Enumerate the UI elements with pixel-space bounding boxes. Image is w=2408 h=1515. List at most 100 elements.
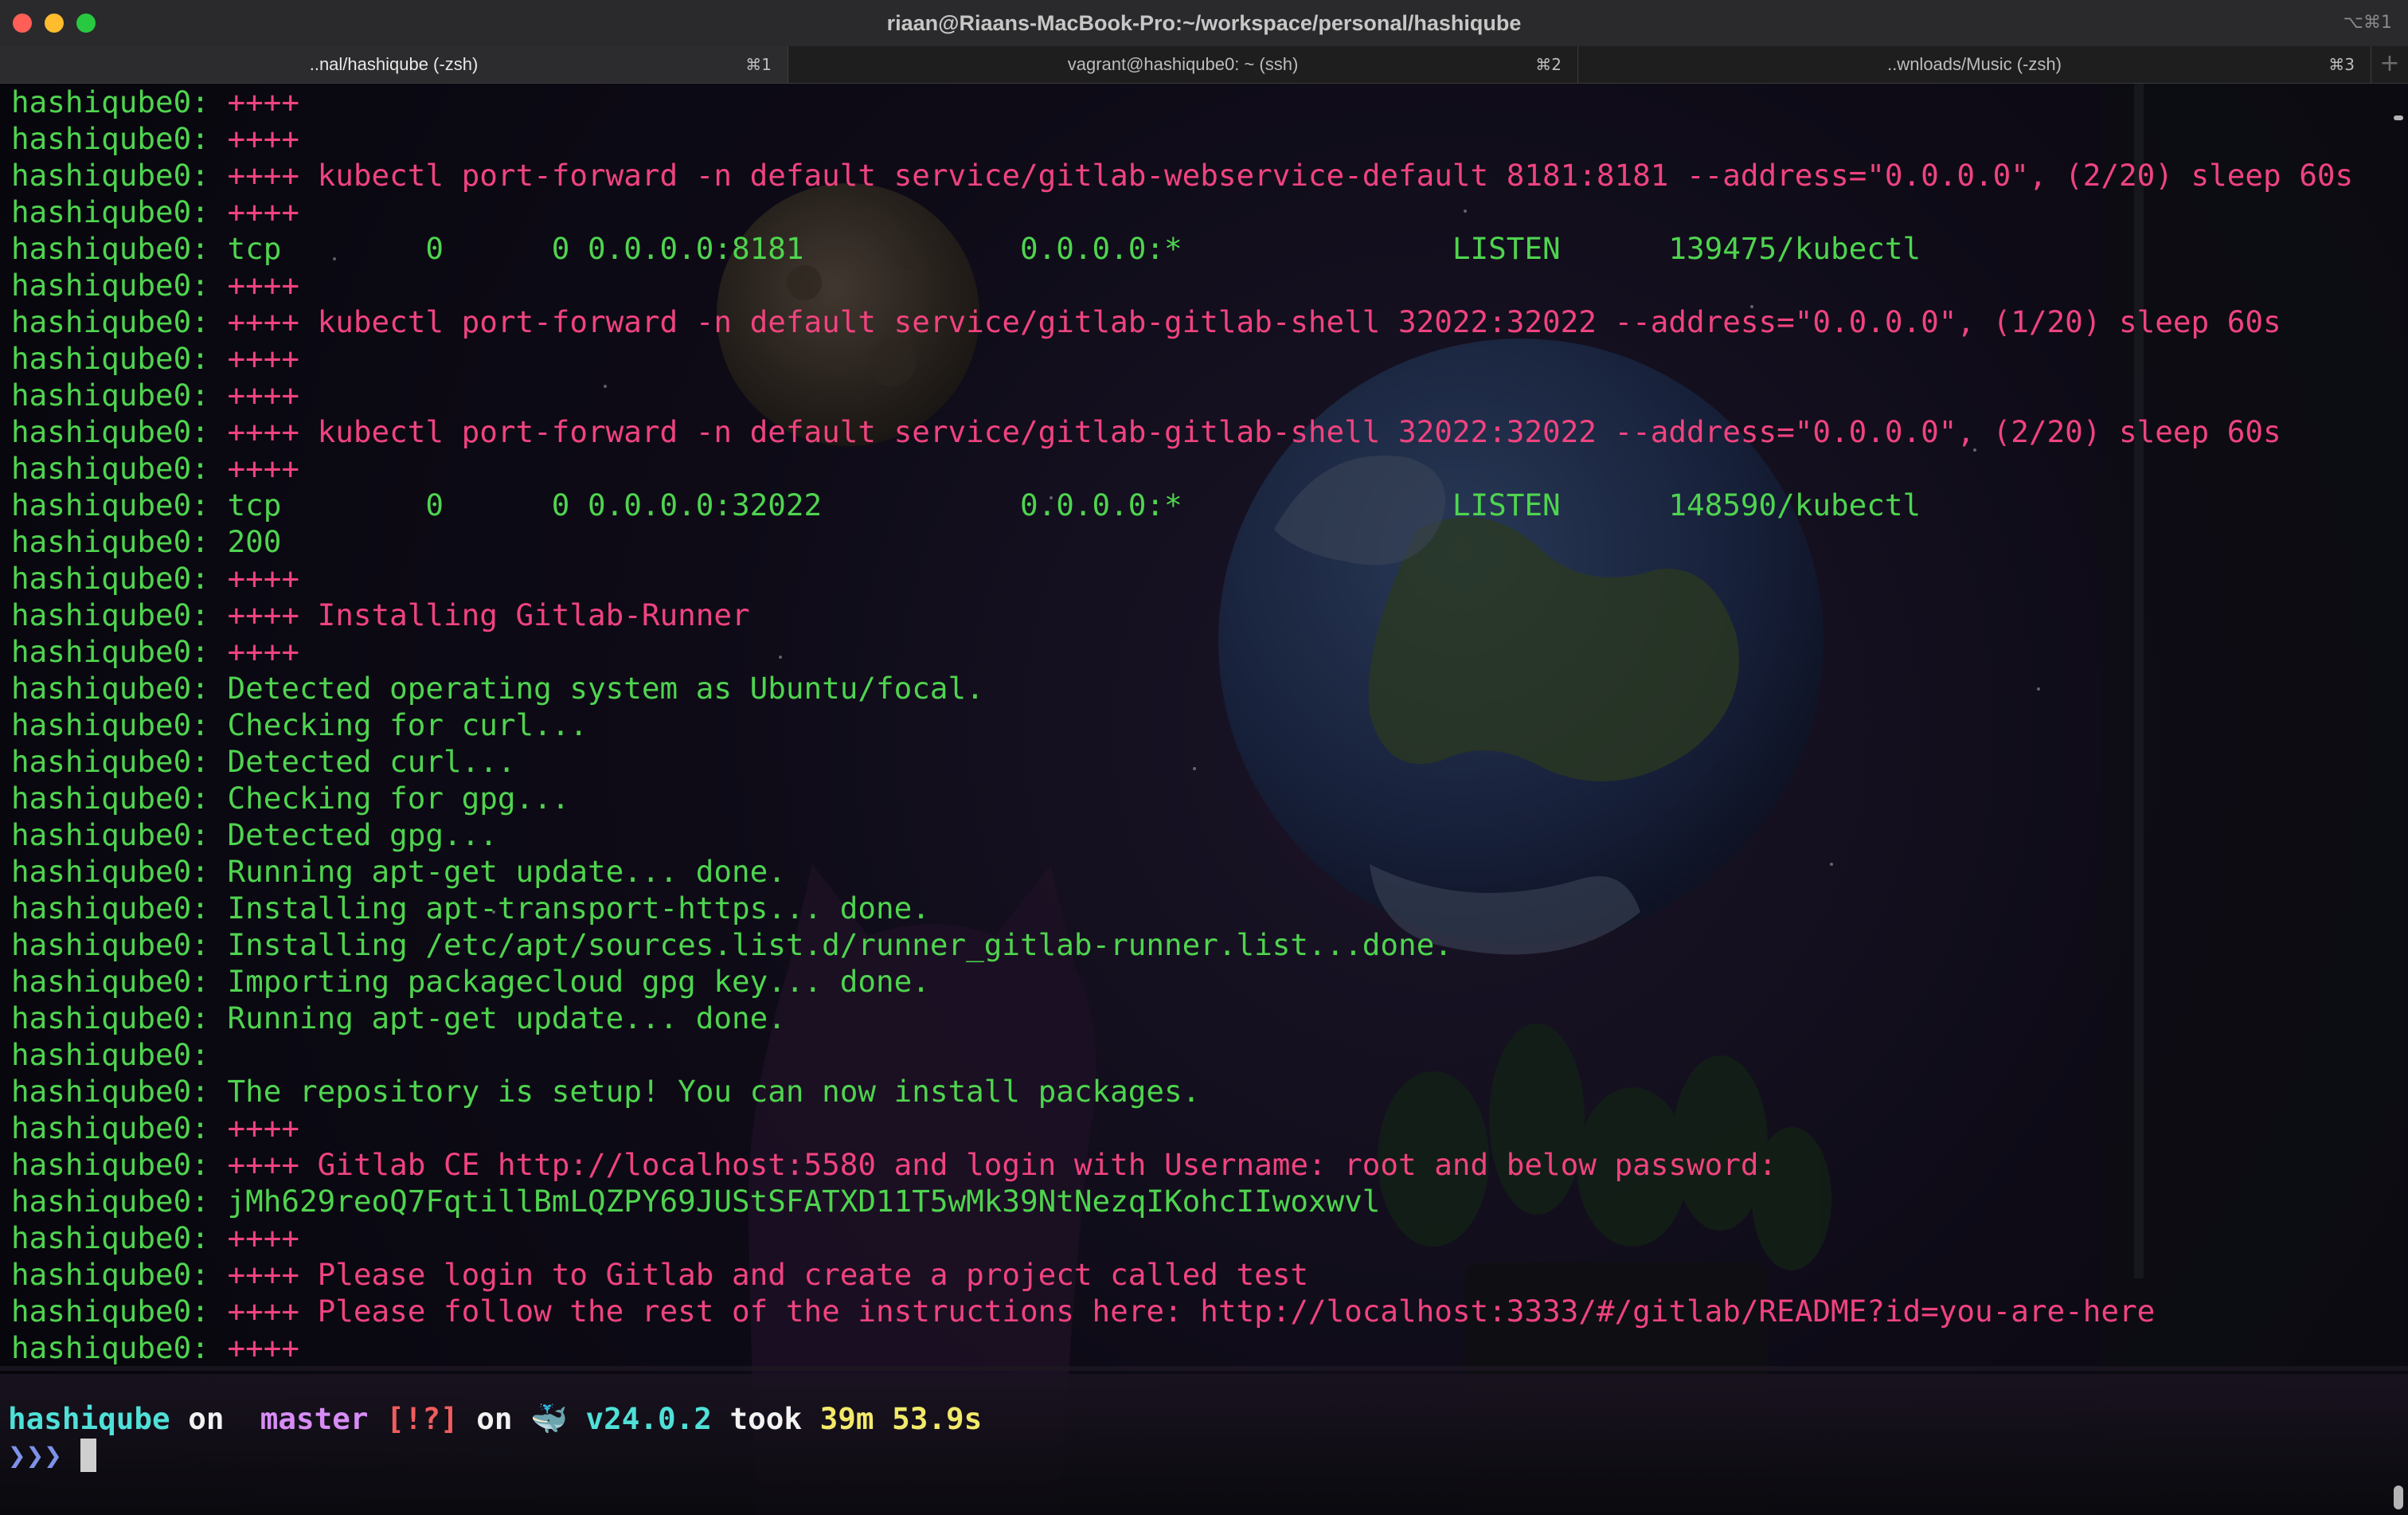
line-text: Checking for gpg... [227, 781, 570, 816]
terminal-line: hashiqube0: ++++ [11, 377, 2353, 413]
terminal-line: hashiqube0: ++++ [11, 194, 2353, 230]
line-text: ++++ [227, 194, 300, 229]
line-text: ++++ Installing Gitlab-Runner [227, 597, 750, 632]
terminal-line: hashiqube0: Checking for gpg... [11, 780, 2353, 816]
terminal-line: hashiqube0: ++++ [11, 560, 2353, 597]
tab-hashiqube[interactable]: ..nal/hashiqube (-zsh) ⌘1 [0, 46, 788, 83]
host-prefix: hashiqube0: [11, 194, 228, 229]
host-prefix: hashiqube0: [11, 451, 228, 486]
terminal-line: hashiqube0: tcp 0 0 0.0.0.0:32022 0.0.0.… [11, 487, 2353, 523]
line-text: tcp 0 0 0.0.0.0:8181 0.0.0.0:* LISTEN 13… [227, 231, 1921, 266]
prompt-duration: 39m 53.9s [819, 1401, 983, 1436]
scrollbar-thumb[interactable] [2394, 1486, 2403, 1509]
line-text: tcp 0 0 0.0.0.0:32022 0.0.0.0:* LISTEN 1… [227, 487, 1921, 523]
prompt-took-text: took [711, 1401, 820, 1436]
terminal-line: hashiqube0: ++++ [11, 267, 2353, 303]
host-prefix: hashiqube0: [11, 1220, 228, 1255]
window-title: riaan@Riaans-MacBook-Pro:~/workspace/per… [886, 11, 1522, 35]
host-prefix: hashiqube0: [11, 341, 228, 376]
prompt-arrows: ❯❯❯ [8, 1438, 80, 1473]
line-text: The repository is setup! You can now ins… [227, 1074, 1201, 1109]
line-text: 200 [227, 524, 282, 559]
host-prefix: hashiqube0: [11, 1147, 228, 1182]
line-text: ++++ kubectl port-forward -n default ser… [227, 414, 2281, 449]
terminal-line: hashiqube0: ++++ Please login to Gitlab … [11, 1256, 2353, 1293]
line-text: Installing /etc/apt/sources.list.d/runne… [227, 927, 1452, 962]
terminal-line: hashiqube0: ++++ [11, 84, 2353, 120]
line-text: ++++ [227, 378, 300, 413]
tab-bar: ..nal/hashiqube (-zsh) ⌘1 vagrant@hashiq… [0, 46, 2408, 84]
terminal-line: hashiqube0: Running apt-get update... do… [11, 1000, 2353, 1036]
line-text: ++++ [227, 121, 300, 156]
scrollbar-top-indicator[interactable] [2394, 115, 2403, 120]
terminal-line: hashiqube0: Installing apt-transport-htt… [11, 890, 2353, 926]
host-prefix: hashiqube0: [11, 744, 228, 779]
terminal-line: hashiqube0: ++++ Gitlab CE http://localh… [11, 1146, 2353, 1183]
host-prefix: hashiqube0: [11, 121, 228, 156]
window-shortcut: ⌥⌘1 [2343, 13, 2392, 33]
line-text: Detected operating system as Ubuntu/foca… [227, 671, 984, 706]
terminal-line: hashiqube0: [11, 1036, 2353, 1073]
tab-shortcut: ⌘1 [745, 55, 772, 74]
host-prefix: hashiqube0: [11, 927, 228, 962]
line-text: ++++ kubectl port-forward -n default ser… [227, 304, 2281, 339]
terminal-line: hashiqube0: ++++ kubectl port-forward -n… [11, 413, 2353, 450]
line-text: ++++ [227, 268, 300, 303]
host-prefix: hashiqube0: [11, 634, 228, 669]
host-prefix: hashiqube0: [11, 158, 228, 193]
host-prefix: hashiqube0: [11, 268, 228, 303]
host-prefix: hashiqube0: [11, 781, 228, 816]
host-prefix: hashiqube0: [11, 1074, 228, 1109]
terminal-line: hashiqube0: 200 [11, 523, 2353, 560]
text-cursor [80, 1439, 96, 1472]
host-prefix: hashiqube0: [11, 1330, 228, 1365]
prompt-docker-version: v24.0.2 [585, 1401, 712, 1436]
host-prefix: hashiqube0: [11, 597, 228, 632]
terminal-window: riaan@Riaans-MacBook-Pro:~/workspace/per… [0, 0, 2408, 1515]
terminal-output: hashiqube0: ++++ hashiqube0: ++++ hashiqub… [11, 84, 2353, 1366]
terminal-line: hashiqube0: ++++ [11, 120, 2353, 157]
host-prefix: hashiqube0: [11, 1110, 228, 1145]
host-prefix: hashiqube0: [11, 671, 228, 706]
host-prefix: hashiqube0: [11, 1184, 228, 1219]
terminal-line: hashiqube0: ++++ [11, 633, 2353, 670]
tab-shortcut: ⌘2 [1535, 55, 1562, 74]
new-tab-button[interactable]: + [2371, 46, 2408, 83]
host-prefix: hashiqube0: [11, 1000, 228, 1035]
line-text: ++++ [227, 84, 300, 119]
terminal-line: hashiqube0: jMh629reoQ7FqtillBmLQZPY69JU… [11, 1183, 2353, 1219]
tab-music[interactable]: ..wnloads/Music (-zsh) ⌘3 [1578, 46, 2371, 83]
host-prefix: hashiqube0: [11, 891, 228, 926]
host-prefix: hashiqube0: [11, 414, 228, 449]
prompt-branch: master [260, 1401, 369, 1436]
host-prefix: hashiqube0: [11, 561, 228, 596]
terminal-line: hashiqube0: ++++ [11, 1110, 2353, 1146]
terminal-line: hashiqube0: tcp 0 0 0.0.0.0:8181 0.0.0.0… [11, 230, 2353, 267]
terminal-line: hashiqube0: ++++ [11, 1219, 2353, 1256]
line-text: Checking for curl... [227, 707, 588, 742]
host-prefix: hashiqube0: [11, 378, 228, 413]
terminal-line: hashiqube0: ++++ kubectl port-forward -n… [11, 303, 2353, 340]
terminal-line: hashiqube0: The repository is setup! You… [11, 1073, 2353, 1110]
prompt-on-text: on [170, 1401, 243, 1436]
terminal-line: hashiqube0: Checking for curl... [11, 707, 2353, 743]
terminal-line: hashiqube0: Installing /etc/apt/sources.… [11, 926, 2353, 963]
terminal-pane[interactable]: hashiqube0: ++++ hashiqube0: ++++ hashiqub… [0, 84, 2408, 1515]
line-text: ++++ [227, 1330, 300, 1365]
line-text: ++++ [227, 1110, 300, 1145]
line-text: Running apt-get update... done. [227, 854, 786, 889]
tab-label: vagrant@hashiqube0: ~ (ssh) [1067, 54, 1299, 74]
command-input-line[interactable]: ❯❯❯ [8, 1437, 96, 1474]
terminal-line: hashiqube0: Detected operating system as… [11, 670, 2353, 707]
line-text: ++++ Please login to Gitlab and create a… [227, 1257, 1308, 1292]
terminal-line: hashiqube0: ++++ Please follow the rest … [11, 1293, 2353, 1329]
tab-vagrant-ssh[interactable]: vagrant@hashiqube0: ~ (ssh) ⌘2 [788, 46, 1578, 83]
host-prefix: hashiqube0: [11, 304, 228, 339]
line-text: ++++ [227, 561, 300, 596]
host-prefix: hashiqube0: [11, 1257, 228, 1292]
tab-shortcut: ⌘3 [2328, 55, 2355, 74]
line-text: ++++ Please follow the rest of the instr… [227, 1294, 2156, 1329]
prompt-on-text: on [458, 1401, 531, 1436]
prompt-status-line: hashiqube on master [!?] on 🐳 v24.0.2 to… [8, 1400, 982, 1437]
host-prefix: hashiqube0: [11, 1294, 228, 1329]
